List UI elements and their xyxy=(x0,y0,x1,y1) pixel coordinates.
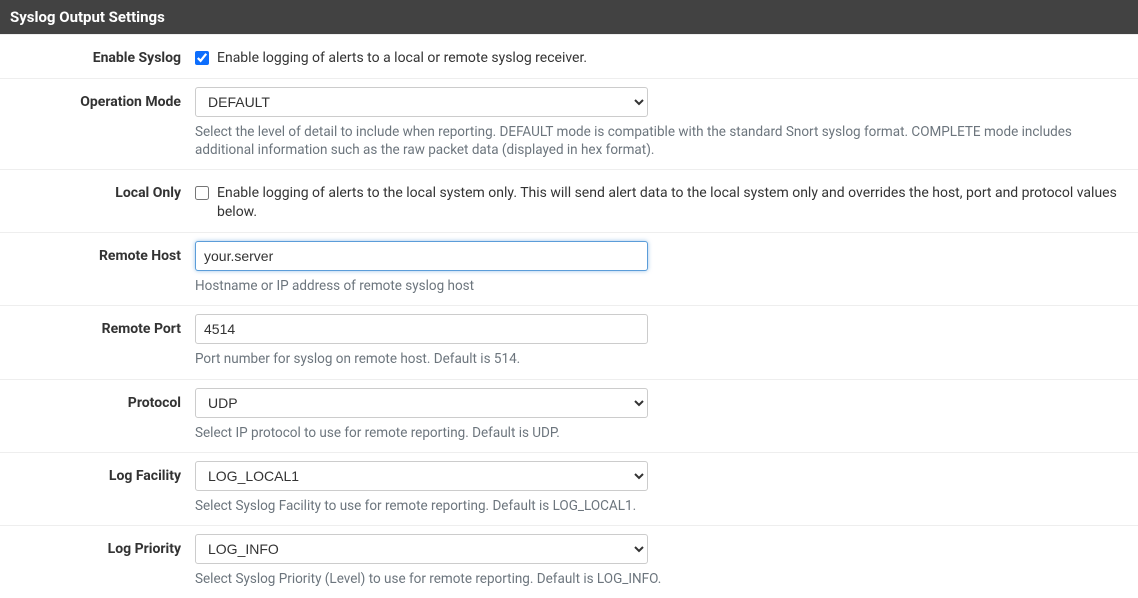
label-remote-port: Remote Port xyxy=(0,314,195,337)
remote-host-input[interactable] xyxy=(195,241,648,271)
log-priority-help: Select Syslog Priority (Level) to use fo… xyxy=(195,570,1128,588)
protocol-help: Select IP protocol to use for remote rep… xyxy=(195,424,1128,442)
log-priority-select[interactable]: LOG_INFO xyxy=(195,534,648,564)
row-enable-syslog: Enable Syslog Enable logging of alerts t… xyxy=(0,34,1138,78)
operation-mode-help: Select the level of detail to include wh… xyxy=(195,123,1128,159)
label-enable-syslog: Enable Syslog xyxy=(0,43,195,66)
log-facility-select[interactable]: LOG_LOCAL1 xyxy=(195,461,648,491)
label-local-only: Local Only xyxy=(0,178,195,201)
row-log-priority: Log Priority LOG_INFO Select Syslog Prio… xyxy=(0,525,1138,598)
label-log-priority: Log Priority xyxy=(0,534,195,557)
row-remote-port: Remote Port Port number for syslog on re… xyxy=(0,305,1138,378)
row-operation-mode: Operation Mode DEFAULT Select the level … xyxy=(0,78,1138,169)
row-local-only: Local Only Enable logging of alerts to t… xyxy=(0,169,1138,232)
log-facility-help: Select Syslog Facility to use for remote… xyxy=(195,497,1128,515)
row-protocol: Protocol UDP Select IP protocol to use f… xyxy=(0,379,1138,452)
row-log-facility: Log Facility LOG_LOCAL1 Select Syslog Fa… xyxy=(0,452,1138,525)
label-remote-host: Remote Host xyxy=(0,241,195,264)
enable-syslog-checkbox[interactable] xyxy=(195,51,209,65)
remote-port-help: Port number for syslog on remote host. D… xyxy=(195,350,1128,368)
enable-syslog-control[interactable]: Enable logging of alerts to a local or r… xyxy=(195,43,1128,68)
local-only-checkbox[interactable] xyxy=(195,186,209,200)
local-only-control[interactable]: Enable logging of alerts to the local sy… xyxy=(195,178,1128,222)
remote-host-help: Hostname or IP address of remote syslog … xyxy=(195,277,1128,295)
remote-port-input[interactable] xyxy=(195,314,648,344)
label-operation-mode: Operation Mode xyxy=(0,87,195,110)
label-protocol: Protocol xyxy=(0,388,195,411)
local-only-text: Enable logging of alerts to the local sy… xyxy=(217,184,1128,222)
protocol-select[interactable]: UDP xyxy=(195,388,648,418)
enable-syslog-text: Enable logging of alerts to a local or r… xyxy=(217,49,1128,68)
row-remote-host: Remote Host Hostname or IP address of re… xyxy=(0,232,1138,305)
label-log-facility: Log Facility xyxy=(0,461,195,484)
operation-mode-select[interactable]: DEFAULT xyxy=(195,87,648,117)
panel-header: Syslog Output Settings xyxy=(0,0,1138,34)
